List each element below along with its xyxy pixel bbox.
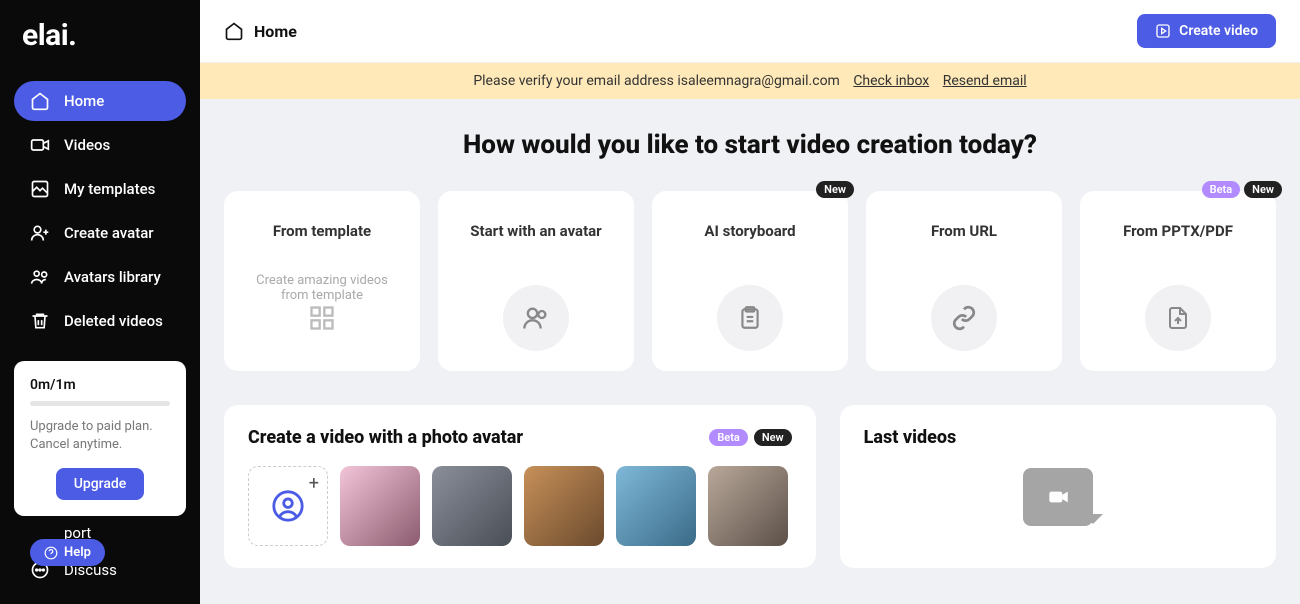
card-from-pptx-pdf[interactable]: Beta New From PPTX/PDF: [1080, 191, 1276, 371]
content: How would you like to start video creati…: [200, 99, 1300, 598]
upgrade-button[interactable]: Upgrade: [56, 468, 145, 500]
usage-card: 0m/1m Upgrade to paid plan. Cancel anyti…: [14, 361, 186, 516]
camera-icon: [1045, 484, 1071, 510]
play-add-icon: [1155, 23, 1171, 39]
card-start-avatar[interactable]: Start with an avatar: [438, 191, 634, 371]
verify-banner: Please verify your email address isaleem…: [200, 63, 1300, 99]
nav-home[interactable]: Home: [14, 81, 186, 121]
nav-avatars-library[interactable]: Avatars library: [14, 257, 186, 297]
usage-bar: [30, 401, 170, 406]
badge-new: New: [1244, 181, 1282, 198]
last-videos-title: Last videos: [864, 427, 1252, 448]
nav-videos[interactable]: Videos: [14, 125, 186, 165]
add-avatar-button[interactable]: +: [248, 466, 328, 546]
video-icon: [30, 135, 50, 155]
badge-new: New: [754, 429, 792, 446]
creation-cards: From template Create amazing videos from…: [224, 191, 1276, 371]
photo-panel-title: Create a video with a photo avatar: [248, 427, 523, 448]
video-placeholder-icon: [1023, 468, 1093, 526]
avatar-option-1[interactable]: [340, 466, 420, 546]
create-video-label: Create video: [1179, 23, 1258, 39]
help-icon: [44, 546, 58, 560]
main: Home Create video Please verify your ema…: [200, 0, 1300, 604]
usage-counter: 0m/1m: [30, 377, 170, 393]
lower-panels: Create a video with a photo avatar Beta …: [224, 405, 1276, 568]
home-icon: [224, 21, 244, 41]
last-videos-panel: Last videos: [840, 405, 1276, 568]
banner-text: Please verify your email address isaleem…: [473, 73, 840, 89]
resend-email-link[interactable]: Resend email: [943, 73, 1027, 89]
badge-beta: Beta: [1202, 181, 1241, 198]
nav-avatars-library-label: Avatars library: [64, 268, 161, 286]
users-icon: [30, 267, 50, 287]
avatar-option-2[interactable]: [432, 466, 512, 546]
nav-templates[interactable]: My templates: [14, 169, 186, 209]
trash-icon: [30, 311, 50, 331]
image-icon: [30, 179, 50, 199]
nav-home-label: Home: [64, 92, 104, 110]
nav: Home Videos My templates Create avatar A…: [14, 81, 186, 341]
nav-create-avatar-label: Create avatar: [64, 224, 154, 242]
home-icon: [30, 91, 50, 111]
card-from-url[interactable]: From URL: [866, 191, 1062, 371]
sidebar: elai. Home Videos My templates Create av…: [0, 0, 200, 604]
file-upload-icon: [1145, 285, 1211, 351]
create-video-button[interactable]: Create video: [1137, 14, 1276, 48]
help-button[interactable]: Help: [30, 539, 105, 566]
logo: elai.: [14, 18, 186, 53]
badge-new: New: [816, 181, 854, 198]
usage-text: Upgrade to paid plan. Cancel anytime.: [30, 418, 170, 454]
breadcrumb: Home: [224, 21, 297, 41]
avatar-option-3[interactable]: [524, 466, 604, 546]
plus-icon: +: [309, 473, 319, 494]
nav-videos-label: Videos: [64, 136, 110, 154]
user-plus-icon: [30, 223, 50, 243]
check-inbox-link[interactable]: Check inbox: [853, 73, 929, 89]
topbar: Home Create video: [200, 0, 1300, 63]
help-label: Help: [64, 545, 91, 560]
clipboard-icon: [717, 285, 783, 351]
headline: How would you like to start video creati…: [224, 129, 1276, 163]
avatar-option-5[interactable]: [708, 466, 788, 546]
avatar-option-4[interactable]: [616, 466, 696, 546]
photo-avatar-panel: Create a video with a photo avatar Beta …: [224, 405, 816, 568]
link-icon: [931, 285, 997, 351]
people-icon: [503, 285, 569, 351]
nav-create-avatar[interactable]: Create avatar: [14, 213, 186, 253]
card-from-template[interactable]: From template Create amazing videos from…: [224, 191, 420, 371]
nav-deleted[interactable]: Deleted videos: [14, 301, 186, 341]
user-circle-icon: [271, 489, 305, 523]
nav-templates-label: My templates: [64, 180, 155, 198]
avatar-list: +: [248, 466, 792, 546]
page-title: Home: [254, 22, 297, 41]
card-ai-storyboard[interactable]: New AI storyboard: [652, 191, 848, 371]
badge-beta: Beta: [709, 429, 748, 446]
nav-deleted-label: Deleted videos: [64, 312, 163, 330]
